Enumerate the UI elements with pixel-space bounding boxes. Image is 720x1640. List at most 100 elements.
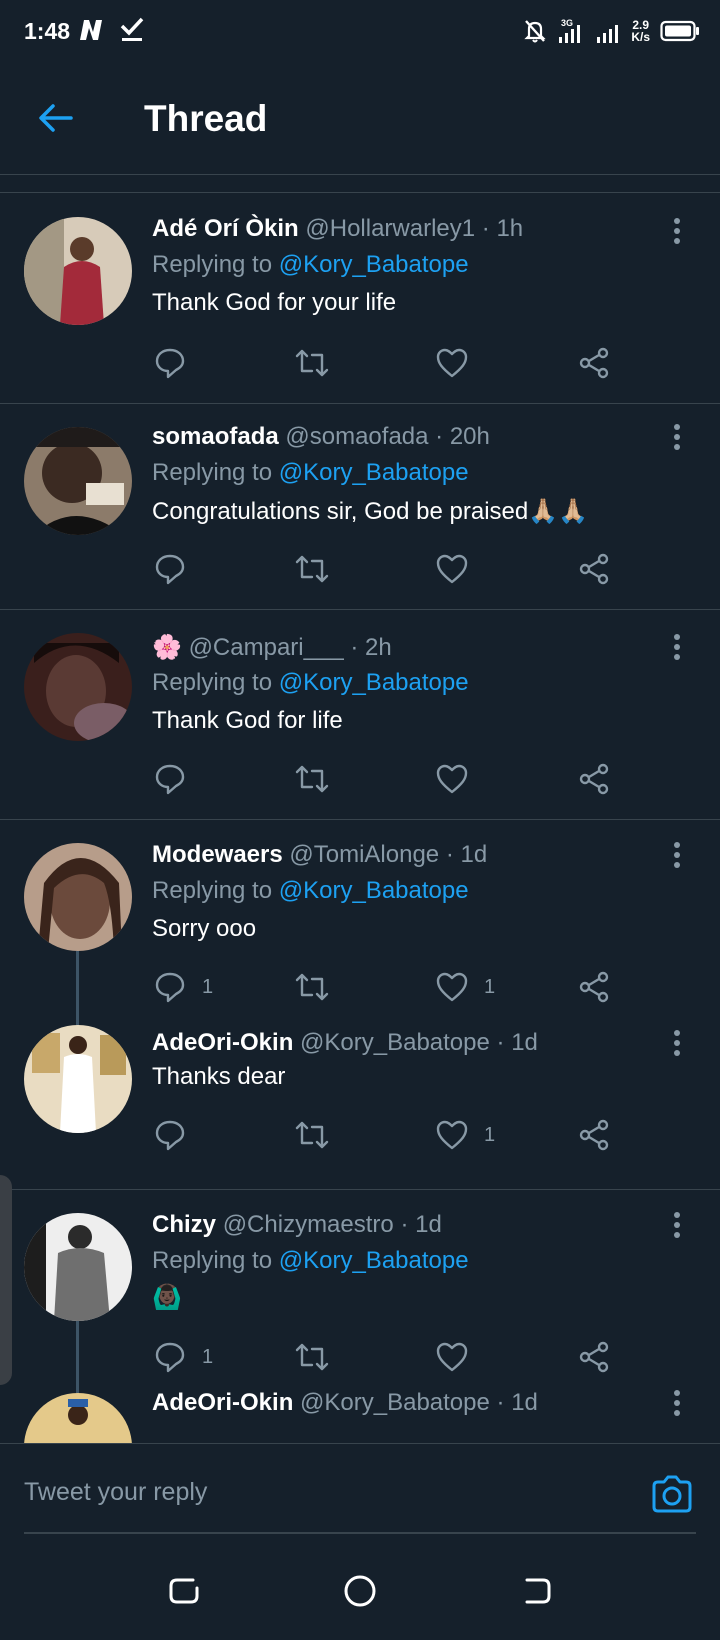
reply-tweet[interactable]: AdeOri-Okin @Kory_Babatope · 1d: [0, 1389, 720, 1443]
reply-button[interactable]: 1: [154, 1337, 213, 1377]
like-button[interactable]: [436, 549, 484, 589]
user-handle[interactable]: @TomiAlonge: [289, 841, 439, 868]
share-icon: [579, 347, 609, 379]
avatar[interactable]: [24, 1025, 132, 1133]
like-button[interactable]: [436, 343, 484, 383]
battery-icon: [660, 20, 699, 42]
reply-tweet[interactable]: 🌸 @Campari___ · 2h Replying to @Kory_Bab…: [0, 609, 720, 820]
display-name[interactable]: Modewaers: [152, 841, 283, 868]
reply-tweet[interactable]: Adé Orí Òkin @Hollarwarley1 · 1h Replyin…: [0, 193, 720, 404]
avatar[interactable]: [24, 1393, 132, 1443]
share-icon: [579, 971, 609, 1003]
net-speed-unit: K/s: [631, 30, 650, 44]
share-button[interactable]: [578, 1115, 610, 1155]
svg-text:3G: 3G: [561, 18, 573, 28]
tweet-text: Sorry ooo: [152, 915, 257, 942]
retweet-icon: [295, 349, 329, 377]
back-nav-icon[interactable]: [519, 1574, 553, 1608]
user-handle[interactable]: @Kory_Babatope: [300, 1389, 490, 1416]
retweet-button[interactable]: [294, 343, 330, 383]
user-handle[interactable]: @Hollarwarley1: [305, 215, 475, 242]
more-options-icon[interactable]: [672, 1029, 682, 1057]
reply-input[interactable]: Tweet your reply: [24, 1478, 207, 1507]
user-handle[interactable]: @Kory_Babatope: [300, 1029, 490, 1056]
avatar[interactable]: [24, 843, 132, 951]
more-options-icon[interactable]: [672, 633, 682, 661]
camera-icon[interactable]: [650, 1474, 694, 1514]
retweet-button[interactable]: [294, 1115, 330, 1155]
retweet-icon: [295, 1343, 329, 1371]
more-options-icon[interactable]: [672, 841, 682, 869]
user-handle[interactable]: @Campari___: [189, 634, 344, 661]
more-options-icon[interactable]: [672, 1389, 682, 1417]
share-button[interactable]: [578, 759, 610, 799]
user-handle[interactable]: @Chizymaestro: [223, 1211, 394, 1238]
status-time: 1:48: [24, 18, 71, 44]
reply-button[interactable]: [154, 759, 202, 799]
like-button[interactable]: 1: [436, 967, 495, 1007]
display-name[interactable]: Chizy: [152, 1211, 216, 1238]
like-button[interactable]: [436, 1337, 484, 1377]
page-title: Thread: [144, 98, 268, 139]
share-button[interactable]: [578, 343, 610, 383]
retweet-icon: [295, 555, 329, 583]
more-options-icon[interactable]: [672, 217, 682, 245]
mention-link[interactable]: @Kory_Babatope: [279, 669, 469, 696]
reply-button[interactable]: [154, 1115, 202, 1155]
avatar[interactable]: [24, 427, 132, 535]
like-count: 1: [484, 1123, 496, 1146]
mention-link[interactable]: @Kory_Babatope: [279, 877, 469, 904]
reply-tweet[interactable]: somaofada @somaofada · 20h Replying to @…: [0, 403, 720, 610]
retweet-button[interactable]: [294, 1337, 330, 1377]
reply-icon: [155, 972, 185, 1003]
display-name[interactable]: 🌸: [152, 634, 182, 661]
reply-tweet[interactable]: Modewaers @TomiAlonge · 1d Replying to @…: [0, 819, 720, 1035]
replying-label: Replying to: [152, 251, 273, 278]
avatar[interactable]: [24, 217, 132, 325]
edge-panel-handle[interactable]: [0, 1175, 12, 1385]
tweet-actions: 1 1: [152, 967, 622, 1007]
share-icon: [579, 1119, 609, 1151]
thread-feed[interactable]: Adé Orí Òkin @Hollarwarley1 · 1h Replyin…: [0, 192, 720, 1443]
share-button[interactable]: [578, 967, 610, 1007]
mention-link[interactable]: @Kory_Babatope: [279, 1247, 469, 1274]
reply-tweet[interactable]: Chizy @Chizymaestro · 1d Replying to @Ko…: [0, 1189, 720, 1405]
retweet-button[interactable]: [294, 967, 330, 1007]
avatar[interactable]: [24, 633, 132, 741]
user-handle[interactable]: @somaofada: [285, 423, 428, 450]
tweet-meta: AdeOri-Okin @Kory_Babatope · 1d: [152, 1389, 538, 1417]
tweet-time: · 1d: [445, 841, 488, 868]
tweet-text: Congratulations sir, God be praised🙏🏼🙏🏼: [152, 498, 588, 525]
display-name[interactable]: Adé Orí Òkin: [152, 215, 299, 242]
back-arrow-icon[interactable]: [38, 100, 74, 136]
reply-icon: [155, 348, 185, 379]
tweet-time: · 20h: [435, 423, 490, 450]
reply-button[interactable]: 1: [154, 967, 213, 1007]
net-speed: 2.9 K/s: [631, 19, 650, 43]
avatar[interactable]: [24, 1213, 132, 1321]
reply-button[interactable]: [154, 343, 202, 383]
input-underline: [24, 1532, 696, 1534]
tweet-meta: Chizy @Chizymaestro · 1d: [152, 1211, 442, 1239]
home-icon[interactable]: [343, 1574, 377, 1608]
mention-link[interactable]: @Kory_Babatope: [279, 459, 469, 486]
replying-to: Replying to @Kory_Babatope: [152, 251, 469, 279]
mention-link[interactable]: @Kory_Babatope: [279, 251, 469, 278]
like-button[interactable]: [436, 759, 484, 799]
tweet-time: · 1h: [481, 215, 524, 242]
more-options-icon[interactable]: [672, 1211, 682, 1239]
like-button[interactable]: 1: [436, 1115, 495, 1155]
more-options-icon[interactable]: [672, 423, 682, 451]
retweet-button[interactable]: [294, 549, 330, 589]
reply-count: 1: [202, 975, 214, 998]
share-button[interactable]: [578, 549, 610, 589]
display-name[interactable]: AdeOri-Okin: [152, 1389, 293, 1416]
recent-apps-icon[interactable]: [167, 1574, 201, 1608]
display-name[interactable]: somaofada: [152, 423, 279, 450]
share-icon: [579, 1341, 609, 1373]
display-name[interactable]: AdeOri-Okin: [152, 1029, 293, 1056]
reply-button[interactable]: [154, 549, 202, 589]
share-button[interactable]: [578, 1337, 610, 1377]
reply-tweet[interactable]: AdeOri-Okin @Kory_Babatope · 1d Thanks d…: [0, 1025, 720, 1190]
retweet-button[interactable]: [294, 759, 330, 799]
